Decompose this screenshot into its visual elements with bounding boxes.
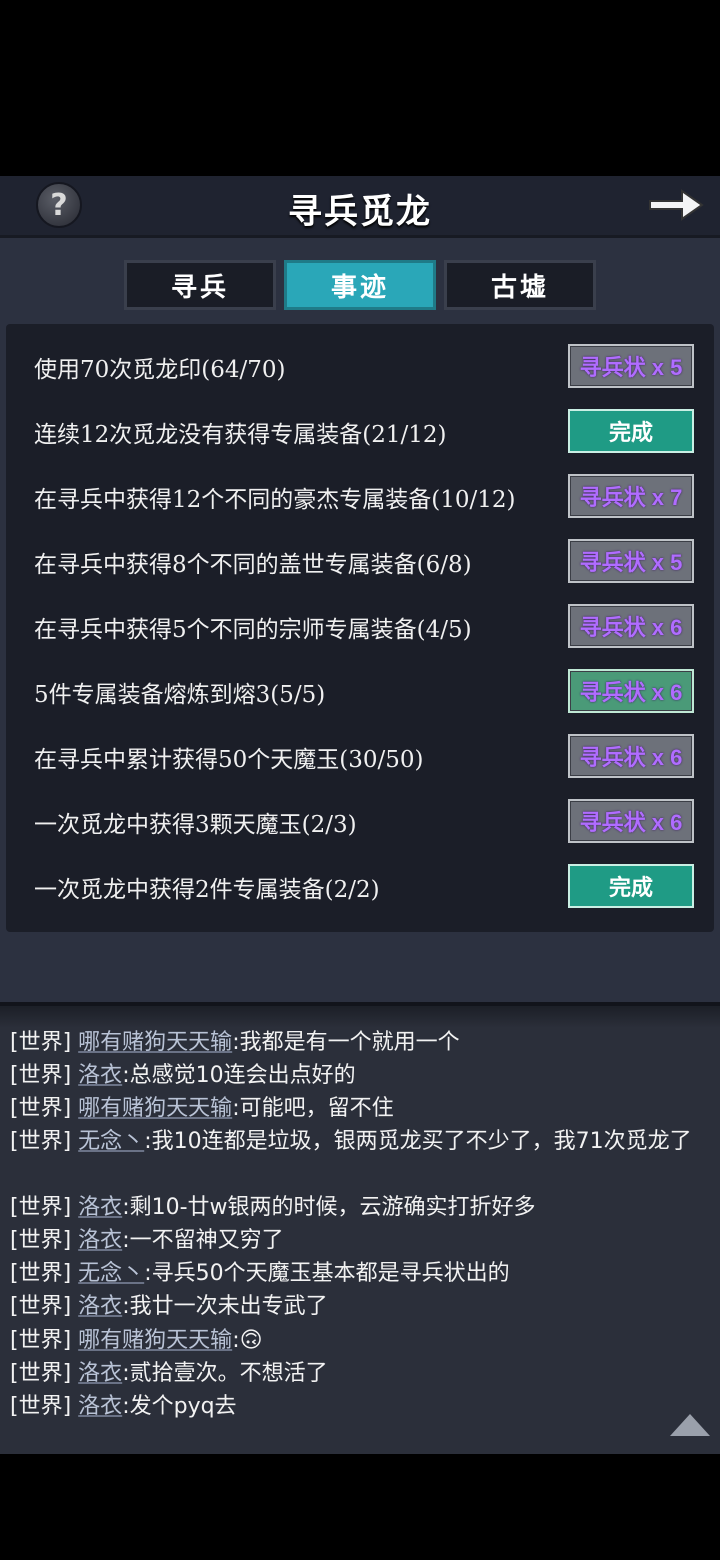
message-text: :发个pyq去 [122, 1394, 237, 1419]
message-text: :我廿一次未出专武了 [122, 1294, 328, 1319]
task-row: 5件专属装备熔炼到熔3(5/5) 寻兵状 x 6 [6, 659, 714, 723]
sender-name[interactable]: 无念丶 [78, 1261, 144, 1286]
channel-tag: [世界] [10, 1228, 72, 1253]
message-text: :寻兵50个天魔玉基本都是寻兵状出的 [144, 1261, 510, 1286]
panel-header: ? 寻兵觅龙 [0, 176, 720, 238]
chat-message: [世界] 洛衣:剩10-廿w银两的时候，云游确实打折好多 [10, 1191, 710, 1224]
task-text: 在寻兵中累计获得50个天魔玉(30/50) [34, 747, 424, 773]
channel-tag: [世界] [10, 1261, 72, 1286]
reward-button[interactable]: 寻兵状 x 6 [568, 734, 694, 778]
chat-message: [世界] 无念丶:我10连都是垃圾，银两觅龙买了不少了，我71次觅龙了 [10, 1125, 710, 1158]
reward-button[interactable]: 寻兵状 x 7 [568, 474, 694, 518]
sender-name[interactable]: 无念丶 [78, 1129, 144, 1154]
sender-name[interactable]: 洛衣 [78, 1195, 122, 1220]
chat-message: [世界] 哪有赌狗天天输:我都是有一个就用一个 [10, 1026, 710, 1059]
chat-message: [世界] 洛衣:一不留神又穷了 [10, 1224, 710, 1257]
reward-button[interactable]: 寻兵状 x 5 [568, 344, 694, 388]
top-blank-area [0, 0, 720, 176]
xunbing-milong-panel: ? 寻兵觅龙 寻兵 事迹 古墟 使用70次觅龙印(64/70) 寻兵状 x 5 … [0, 176, 720, 1002]
done-button[interactable]: 完成 [568, 864, 694, 908]
done-button[interactable]: 完成 [568, 409, 694, 453]
channel-tag: [世界] [10, 1394, 72, 1419]
task-text: 一次觅龙中获得3颗天魔玉(2/3) [34, 812, 357, 838]
channel-tag: [世界] [10, 1030, 72, 1055]
chat-message: [世界] 洛衣:发个pyq去 [10, 1390, 710, 1423]
task-row: 连续12次觅龙没有获得专属装备(21/12) 完成 [6, 399, 714, 463]
world-chat[interactable]: [世界] 哪有赌狗天天输:我都是有一个就用一个 [世界] 洛衣:总感觉10连会出… [0, 1002, 720, 1454]
channel-tag: [世界] [10, 1294, 72, 1319]
chat-message: [世界] 洛衣:总感觉10连会出点好的 [10, 1059, 710, 1092]
reward-button[interactable]: 寻兵状 x 5 [568, 539, 694, 583]
task-text: 在寻兵中获得5个不同的宗师专属装备(4/5) [34, 617, 472, 643]
chat-message: [世界] 哪有赌狗天天输:🙃 [10, 1324, 710, 1357]
bottom-blank-area [0, 1454, 720, 1560]
task-text: 在寻兵中获得8个不同的盖世专属装备(6/8) [34, 552, 472, 578]
tab-shiji[interactable]: 事迹 [284, 260, 436, 310]
message-text: :🙃 [232, 1328, 263, 1353]
message-text: :总感觉10连会出点好的 [122, 1063, 356, 1088]
sender-name[interactable]: 洛衣 [78, 1394, 122, 1419]
channel-tag: [世界] [10, 1096, 72, 1121]
sender-name[interactable]: 洛衣 [78, 1063, 122, 1088]
chat-message: [世界] 洛衣:贰拾壹次。不想活了 [10, 1357, 710, 1390]
task-row: 使用70次觅龙印(64/70) 寻兵状 x 5 [6, 334, 714, 398]
tab-guxu[interactable]: 古墟 [444, 260, 596, 310]
chat-message: [世界] 洛衣:我廿一次未出专武了 [10, 1290, 710, 1323]
task-text: 5件专属装备熔炼到熔3(5/5) [34, 682, 326, 708]
task-text: 连续12次觅龙没有获得专属装备(21/12) [34, 422, 447, 448]
sender-name[interactable]: 哪有赌狗天天输 [78, 1328, 232, 1353]
up-arrow-icon[interactable] [668, 1410, 712, 1440]
channel-tag: [世界] [10, 1195, 72, 1220]
sender-name[interactable]: 洛衣 [78, 1294, 122, 1319]
sender-name[interactable]: 洛衣 [78, 1361, 122, 1386]
task-text: 使用70次觅龙印(64/70) [34, 357, 286, 383]
message-text: :剩10-廿w银两的时候，云游确实打折好多 [122, 1195, 536, 1220]
task-row: 在寻兵中获得5个不同的宗师专属装备(4/5) 寻兵状 x 6 [6, 594, 714, 658]
arrow-right-icon[interactable] [644, 182, 708, 228]
message-text: :我都是有一个就用一个 [232, 1030, 460, 1055]
task-row: 在寻兵中累计获得50个天魔玉(30/50) 寻兵状 x 6 [6, 724, 714, 788]
task-list: 使用70次觅龙印(64/70) 寻兵状 x 5 连续12次觅龙没有获得专属装备(… [6, 324, 714, 932]
reward-button[interactable]: 寻兵状 x 6 [568, 799, 694, 843]
tab-xunbing[interactable]: 寻兵 [124, 260, 276, 310]
task-row: 在寻兵中获得8个不同的盖世专属装备(6/8) 寻兵状 x 5 [6, 529, 714, 593]
message-text: :可能吧，留不住 [232, 1096, 394, 1121]
claim-reward-button[interactable]: 寻兵状 x 6 [568, 669, 694, 713]
sender-name[interactable]: 哪有赌狗天天输 [78, 1096, 232, 1121]
task-row: 一次觅龙中获得3颗天魔玉(2/3) 寻兵状 x 6 [6, 789, 714, 853]
chat-message: [世界] 无念丶:寻兵50个天魔玉基本都是寻兵状出的 [10, 1257, 710, 1290]
task-text: 在寻兵中获得12个不同的豪杰专属装备(10/12) [34, 487, 516, 513]
message-text: :贰拾壹次。不想活了 [122, 1361, 328, 1386]
sender-name[interactable]: 哪有赌狗天天输 [78, 1030, 232, 1055]
sender-name[interactable]: 洛衣 [78, 1228, 122, 1253]
tab-bar: 寻兵 事迹 古墟 [124, 260, 596, 310]
reward-button[interactable]: 寻兵状 x 6 [568, 604, 694, 648]
message-text: :一不留神又穷了 [122, 1228, 284, 1253]
channel-tag: [世界] [10, 1328, 72, 1353]
task-row: 一次觅龙中获得2件专属装备(2/2) 完成 [6, 854, 714, 918]
chat-fade [0, 1006, 720, 1028]
task-text: 一次觅龙中获得2件专属装备(2/2) [34, 877, 380, 903]
message-text: :我10连都是垃圾，银两觅龙买了不少了，我71次觅龙了 [144, 1129, 692, 1154]
channel-tag: [世界] [10, 1361, 72, 1386]
channel-tag: [世界] [10, 1129, 72, 1154]
channel-tag: [世界] [10, 1063, 72, 1088]
task-row: 在寻兵中获得12个不同的豪杰专属装备(10/12) 寻兵状 x 7 [6, 464, 714, 528]
chat-message: [世界] 哪有赌狗天天输:可能吧，留不住 [10, 1092, 710, 1125]
page-title: 寻兵觅龙 [288, 192, 432, 232]
